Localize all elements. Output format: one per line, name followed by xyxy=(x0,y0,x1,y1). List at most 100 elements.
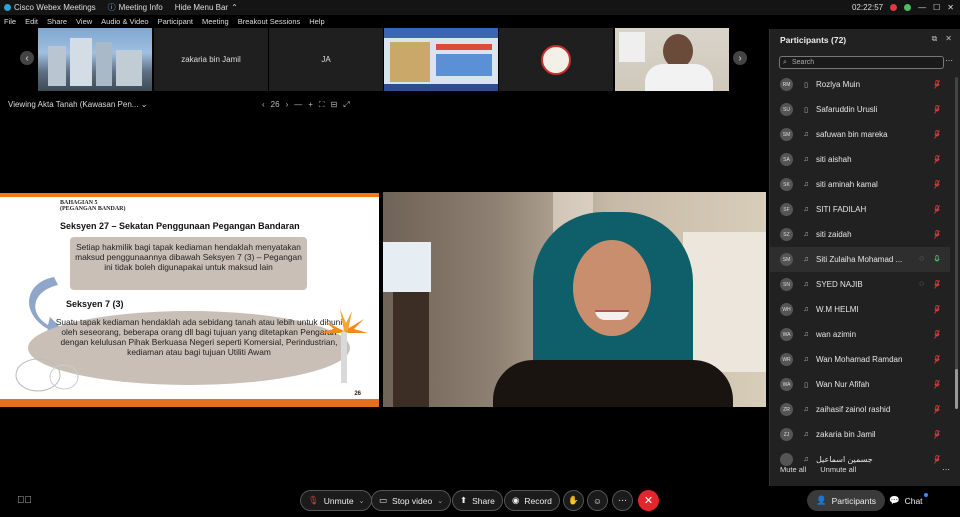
mic-muted-icon[interactable] xyxy=(934,80,940,89)
chevron-down-icon[interactable]: ⌄ xyxy=(437,497,443,505)
stop-video-button[interactable]: ▭ Stop video ⌄ xyxy=(371,490,452,511)
participant-name: Wan Mohamad Ramdan xyxy=(816,355,903,364)
participants-tab-button[interactable]: 👤 Participants xyxy=(807,490,886,511)
menu-help[interactable]: Help xyxy=(309,17,324,26)
expand-button[interactable]: ⤢ xyxy=(343,100,349,110)
prev-page-button[interactable]: ‹ xyxy=(262,100,265,110)
mic-on-icon[interactable] xyxy=(934,255,940,264)
popout-icon[interactable]: ⧉ xyxy=(932,34,938,44)
video-tile-ja[interactable]: JA xyxy=(269,28,383,91)
panel-more-icon[interactable]: ⋯ xyxy=(942,465,950,474)
participant-row[interactable]: SZ ♫ siti zaidah xyxy=(770,222,950,247)
participant-row[interactable]: SN ♫ SYED NAJIB ◌ xyxy=(770,272,950,297)
hide-menu-bar-button[interactable]: Hide Menu Bar ⌃ xyxy=(175,3,238,12)
participant-row[interactable]: SM ♫ Siti Zulaiha Mohamad ... ◌ xyxy=(770,247,950,272)
participant-row[interactable]: SK ♫ siti aminah kamal xyxy=(770,172,950,197)
menu-meeting[interactable]: Meeting xyxy=(202,17,229,26)
menu-participant[interactable]: Participant xyxy=(158,17,193,26)
organization-logo-icon xyxy=(541,44,571,75)
share-page-controls: ‹ 26 › — + ⛶ ⊟ ⤢ xyxy=(262,100,350,110)
close-icon[interactable]: ✕ xyxy=(945,34,952,44)
participant-row[interactable]: RM ▯ Rozlya Muin xyxy=(770,72,950,97)
participant-row[interactable]: WA ▯ Wan Nur Afifah xyxy=(770,372,950,397)
record-button[interactable]: ◉ Record xyxy=(504,490,560,511)
participant-name: zaihasif zainol rashid xyxy=(816,405,891,414)
participant-row[interactable]: SA ♫ siti aishah xyxy=(770,147,950,172)
minimize-icon[interactable]: — xyxy=(918,3,926,12)
video-tile-man[interactable] xyxy=(615,28,729,91)
share-title-dropdown[interactable]: Viewing Akta Tanah (Kawasan Pen... ⌄ xyxy=(8,100,147,109)
video-tile-zakaria[interactable]: zakaria bin Jamil xyxy=(154,28,268,91)
participant-row[interactable]: SM ♫ safuwan bin mareka xyxy=(770,122,950,147)
smiley-icon: ☺ xyxy=(593,495,602,506)
mic-muted-icon[interactable] xyxy=(934,455,940,464)
mic-muted-icon[interactable] xyxy=(934,330,940,339)
filmstrip-prev-button[interactable]: ‹ xyxy=(20,51,34,65)
participants-scrollbar[interactable] xyxy=(955,77,958,407)
mic-muted-icon[interactable] xyxy=(934,280,940,289)
zoom-out-button[interactable]: — xyxy=(294,100,302,110)
participant-row[interactable]: WR ♫ Wan Mohamad Ramdan xyxy=(770,347,950,372)
zoom-in-button[interactable]: + xyxy=(308,100,313,110)
mic-muted-icon[interactable] xyxy=(934,355,940,364)
chat-tab-button[interactable]: 💬 Chat xyxy=(880,490,932,511)
participant-row[interactable]: WA ♫ wan azimin xyxy=(770,322,950,347)
mic-muted-icon[interactable] xyxy=(934,155,940,164)
chat-bubble-icon[interactable]: ◌ xyxy=(919,254,924,263)
mic-muted-icon[interactable] xyxy=(934,305,940,314)
mic-muted-icon[interactable] xyxy=(934,430,940,439)
reactions-button[interactable]: ☺ xyxy=(587,490,608,511)
menu-breakout-sessions[interactable]: Breakout Sessions xyxy=(238,17,301,26)
more-options-icon[interactable]: ⋯ xyxy=(945,56,953,65)
meeting-info-button[interactable]: ⓘ Meeting Info xyxy=(108,2,163,13)
mic-muted-icon[interactable] xyxy=(934,105,940,114)
share-button[interactable]: ⬆ Share xyxy=(452,490,503,511)
mic-muted-icon[interactable] xyxy=(934,205,940,214)
mic-muted-icon[interactable] xyxy=(934,380,940,389)
filmstrip-next-button[interactable]: › xyxy=(733,51,747,65)
person-icon: 👤 xyxy=(816,495,827,505)
menu-view[interactable]: View xyxy=(76,17,92,26)
participant-row[interactable]: ZR ♫ zaihasif zainol rashid xyxy=(770,397,950,422)
chevron-right-icon: › xyxy=(738,52,742,64)
unmute-button[interactable]: 🎙 Unmute ⌄ xyxy=(300,490,373,511)
more-options-button[interactable]: ⋯ xyxy=(612,490,633,511)
participant-name: wan azimin xyxy=(816,330,857,339)
unmute-all-button[interactable]: Unmute all xyxy=(820,465,856,474)
headset-icon: ♫ xyxy=(803,156,809,163)
slide-text-box: Setiap hakmilik bagi tapak kediaman hend… xyxy=(70,237,307,290)
mute-all-button[interactable]: Mute all xyxy=(780,465,806,474)
menu-edit[interactable]: Edit xyxy=(25,17,38,26)
participants-search-input[interactable]: ⌕ Search xyxy=(779,56,944,69)
close-icon[interactable]: ✕ xyxy=(947,3,954,12)
video-tile-poster[interactable] xyxy=(384,28,498,91)
chevron-down-icon[interactable]: ⌄ xyxy=(359,497,365,505)
maximize-icon[interactable]: ☐ xyxy=(933,3,940,12)
layout-toggle-icon[interactable]: ◯⃞ xyxy=(17,495,32,506)
participants-scroll-thumb[interactable] xyxy=(955,369,958,409)
participant-row[interactable]: WH ♫ W.M HELMI xyxy=(770,297,950,322)
mic-muted-icon[interactable] xyxy=(934,180,940,189)
raise-hand-button[interactable]: ✋ xyxy=(563,490,584,511)
video-tile-logo[interactable] xyxy=(499,28,613,91)
avatar: SZ xyxy=(780,228,793,241)
mic-muted-icon[interactable] xyxy=(934,230,940,239)
next-page-button[interactable]: › xyxy=(286,100,289,110)
mic-muted-icon[interactable] xyxy=(934,405,940,414)
participant-row[interactable]: ZJ ♫ zakaria bin Jamil xyxy=(770,422,950,447)
layout-button[interactable]: ⊟ xyxy=(331,100,338,110)
participant-row[interactable]: SU ▯ Safaruddin Urusli xyxy=(770,97,950,122)
menu-file[interactable]: File xyxy=(4,17,16,26)
headset-icon: ♫ xyxy=(803,456,809,463)
participant-row[interactable]: SF ♫ SITI FADILAH xyxy=(770,197,950,222)
video-tile[interactable] xyxy=(38,28,152,91)
end-meeting-button[interactable]: ✕ xyxy=(638,490,659,511)
video-filmstrip: ‹ zakaria bin Jamil JA › xyxy=(0,27,768,93)
share-screen-icon: ⬆ xyxy=(460,495,468,505)
fit-page-button[interactable]: ⛶ xyxy=(319,100,325,110)
chat-bubble-icon[interactable]: ◌ xyxy=(919,279,924,288)
mic-muted-icon[interactable] xyxy=(934,130,940,139)
menu-audio-video[interactable]: Audio & Video xyxy=(101,17,148,26)
menu-share[interactable]: Share xyxy=(47,17,67,26)
active-speaker-video[interactable] xyxy=(383,192,766,407)
